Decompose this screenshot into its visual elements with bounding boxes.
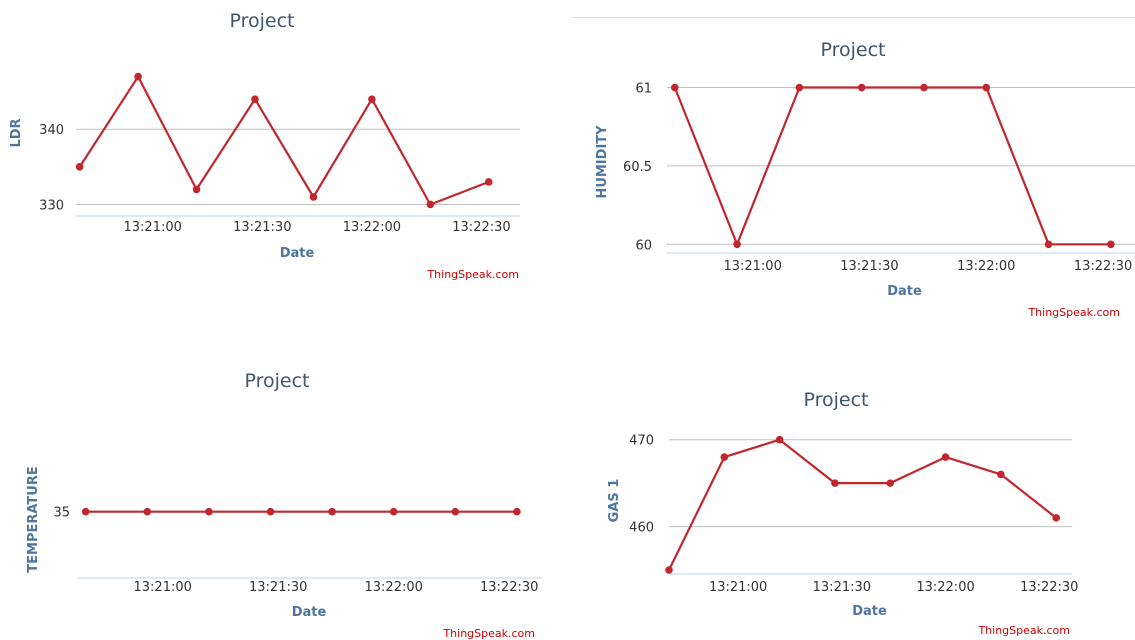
data-point[interactable] [266,507,275,516]
data-point[interactable] [328,507,336,516]
chart-title: Project [244,370,309,392]
credit-link[interactable]: ThingSpeak.com [442,627,535,640]
x-tick-label: 13:21:30 [233,220,291,235]
ldr-chart-svg: Project 330 340 13:21:00 13:21:30 13:22:00 13:… [9,10,520,281]
x-tick-label: 13:21:30 [840,259,898,274]
data-point[interactable] [733,240,741,249]
x-tick-label: 13:22:30 [1074,259,1132,274]
data-point[interactable] [426,200,435,209]
data-point[interactable] [720,453,729,461]
data-point[interactable] [192,185,201,194]
data-point[interactable] [665,566,673,574]
data-point[interactable] [670,83,679,92]
y-tick-label: 60 [635,238,652,253]
y-tick-label: 60.5 [623,160,652,175]
data-point[interactable] [309,193,318,201]
x-tick-label: 13:22:00 [365,580,423,595]
data-point[interactable] [1044,240,1053,249]
x-tick-label: 13:21:00 [709,580,767,595]
ldr-chart: Project 330 340 13:21:00 13:21:30 13:22:00 13:… [0,0,540,290]
data-point[interactable] [775,435,784,444]
data-point[interactable] [451,507,460,516]
chart-title: Project [229,10,294,32]
credit-link[interactable]: ThingSpeak.com [977,624,1070,637]
gas-chart: Project 460 470 13:21:00 13:21:30 13:22:00 13:… [572,375,1135,640]
x-tick-label: 13:21:30 [249,580,307,595]
data-point[interactable] [134,72,142,81]
y-tick-label: 460 [629,521,654,536]
data-point[interactable] [857,83,866,92]
x-axis-title: Date [887,284,922,299]
chart-title: Project [803,389,868,411]
data-point[interactable] [81,507,90,516]
credit-link[interactable]: ThingSpeak.com [1027,306,1120,319]
x-tick-label: 13:21:00 [124,220,182,235]
data-point[interactable] [920,83,928,92]
data-point[interactable] [997,470,1005,479]
y-tick-label: 35 [53,506,70,521]
data-point[interactable] [484,178,493,186]
chart-title: Project [820,39,885,61]
x-tick-label: 13:22:30 [452,220,510,235]
data-point[interactable] [513,507,521,516]
data-point[interactable] [143,507,152,516]
x-tick-label: 13:21:30 [813,580,871,595]
data-point[interactable] [389,507,398,516]
x-tick-label: 13:22:00 [957,259,1015,274]
data-point[interactable] [941,453,950,461]
credit-link[interactable]: ThingSpeak.com [426,268,519,281]
y-tick-label: 61 [635,82,652,97]
x-tick-label: 13:22:30 [480,580,538,595]
data-point[interactable] [1107,240,1115,249]
data-point[interactable] [1052,514,1060,522]
y-axis-title: GAS 1 [607,479,622,523]
x-tick-label: 13:22:00 [916,580,974,595]
x-axis-title: Date [852,604,887,619]
x-axis-title: Date [280,246,315,261]
data-point[interactable] [251,95,259,103]
data-point[interactable] [886,479,895,487]
y-tick-label: 470 [629,434,654,449]
y-axis-title: HUMIDITY [595,125,610,199]
x-tick-label: 13:21:00 [134,580,192,595]
humidity-chart: Project 60 60.5 61 13:21:00 13:21:30 13:22:00 1… [572,18,1135,323]
y-axis-title: LDR [9,118,24,147]
series-line [78,75,490,206]
y-axis-title: TEMPERATURE [26,466,41,572]
x-tick-label: 13:22:00 [343,220,401,235]
data-point[interactable] [75,163,84,171]
data-point[interactable] [831,479,839,487]
x-axis-title: Date [292,605,327,620]
gas-chart-svg: Project 460 470 13:21:00 13:21:30 13:22:00 13:… [607,389,1078,637]
data-point[interactable] [982,83,991,92]
temperature-chart: Project 35 13:21:00 13:21:30 13:22:00 13:22:3… [0,345,560,640]
data-point[interactable] [368,95,376,103]
x-tick-label: 13:21:00 [723,259,781,274]
y-tick-label: 330 [39,198,64,213]
temperature-chart-svg: Project 35 13:21:00 13:21:30 13:22:00 13:22:3… [26,370,542,640]
data-point[interactable] [205,507,213,516]
x-tick-label: 13:22:30 [1020,580,1078,595]
y-tick-label: 340 [39,123,64,138]
humidity-chart-svg: Project 60 60.5 61 13:21:00 13:21:30 13:22:00 1… [595,39,1135,319]
data-point[interactable] [795,83,804,92]
